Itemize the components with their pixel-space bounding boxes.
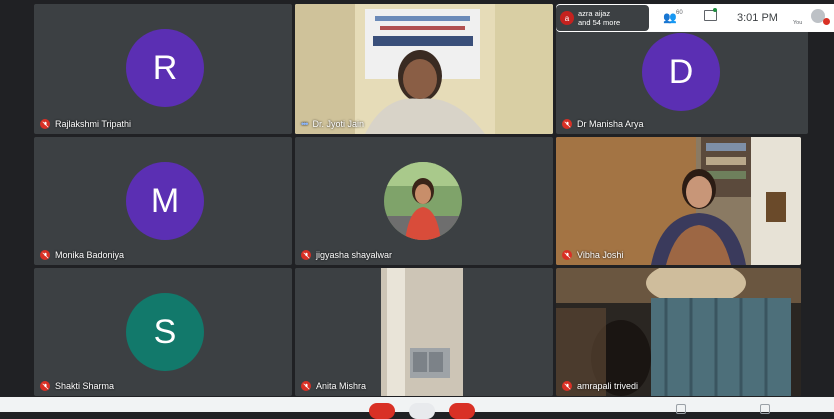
avatar: M [126, 162, 204, 240]
mic-toggle-button[interactable] [369, 403, 395, 419]
participant-name: Vibha Joshi [577, 250, 624, 260]
people-icon[interactable]: 👥 [663, 11, 677, 24]
tile-anita-mishra[interactable]: Anita Mishra [295, 268, 553, 396]
participant-name: jigyasha shayalwar [316, 250, 393, 260]
self-label: You [793, 20, 803, 26]
participant-name: Dr Manisha Arya [577, 119, 644, 129]
participant-name: Dr. Jyoti Jain [312, 119, 364, 129]
avatar: D [642, 33, 720, 111]
participant-name: Anita Mishra [316, 381, 367, 391]
activities-icon[interactable] [760, 404, 770, 414]
avatar: R [126, 29, 204, 107]
info-icon[interactable] [676, 404, 686, 414]
tile-amrapali-trivedi[interactable]: amrapali trivedi [556, 268, 801, 396]
people-count: 60 [676, 10, 683, 16]
mic-off-icon [40, 250, 50, 260]
leave-call-button[interactable] [449, 403, 475, 419]
avatar: S [126, 293, 204, 371]
chat-badge [713, 8, 717, 12]
video-feed [556, 137, 801, 265]
mic-off-icon [301, 381, 311, 391]
raise-hand-badge [823, 18, 830, 25]
tile-vibha-joshi[interactable]: Vibha Joshi [556, 137, 801, 265]
video-feed [556, 268, 801, 396]
participants-pill[interactable]: a azra aijaz and 54 more [556, 5, 649, 31]
participant-first: azra aijaz [578, 9, 611, 18]
video-feed [295, 268, 553, 396]
meeting-grid: R Rajlakshmi Tripathi ••• Dr. Jyoti Jain… [0, 0, 834, 412]
avatar-photo [384, 162, 462, 240]
tile-monika-badoniya[interactable]: M Monika Badoniya [34, 137, 292, 265]
clock-time: 3:01 PM [737, 12, 778, 24]
camera-toggle-button[interactable] [409, 403, 435, 419]
mic-off-icon [40, 381, 50, 391]
tile-shakti-sharma[interactable]: S Shakti Sharma [34, 268, 292, 396]
participant-name: Monika Badoniya [55, 250, 125, 260]
mic-off-icon [562, 381, 572, 391]
participant-name: amrapali trivedi [577, 381, 639, 391]
speaking-indicator-icon: ••• [301, 119, 309, 129]
participant-avatar: a [560, 11, 574, 25]
tile-jigyasha[interactable]: jigyasha shayalwar [295, 137, 553, 265]
mic-off-icon [562, 250, 572, 260]
mic-off-icon [301, 250, 311, 260]
mic-off-icon [40, 119, 50, 129]
participant-name: Rajlakshmi Tripathi [55, 119, 132, 129]
participant-more: and 54 more [578, 18, 621, 27]
participant-name: Shakti Sharma [55, 381, 115, 391]
video-feed [295, 4, 553, 134]
mic-off-icon [562, 119, 572, 129]
tile-jyoti-jain[interactable]: ••• Dr. Jyoti Jain [295, 4, 553, 134]
tile-rajlakshmi[interactable]: R Rajlakshmi Tripathi [34, 4, 292, 134]
